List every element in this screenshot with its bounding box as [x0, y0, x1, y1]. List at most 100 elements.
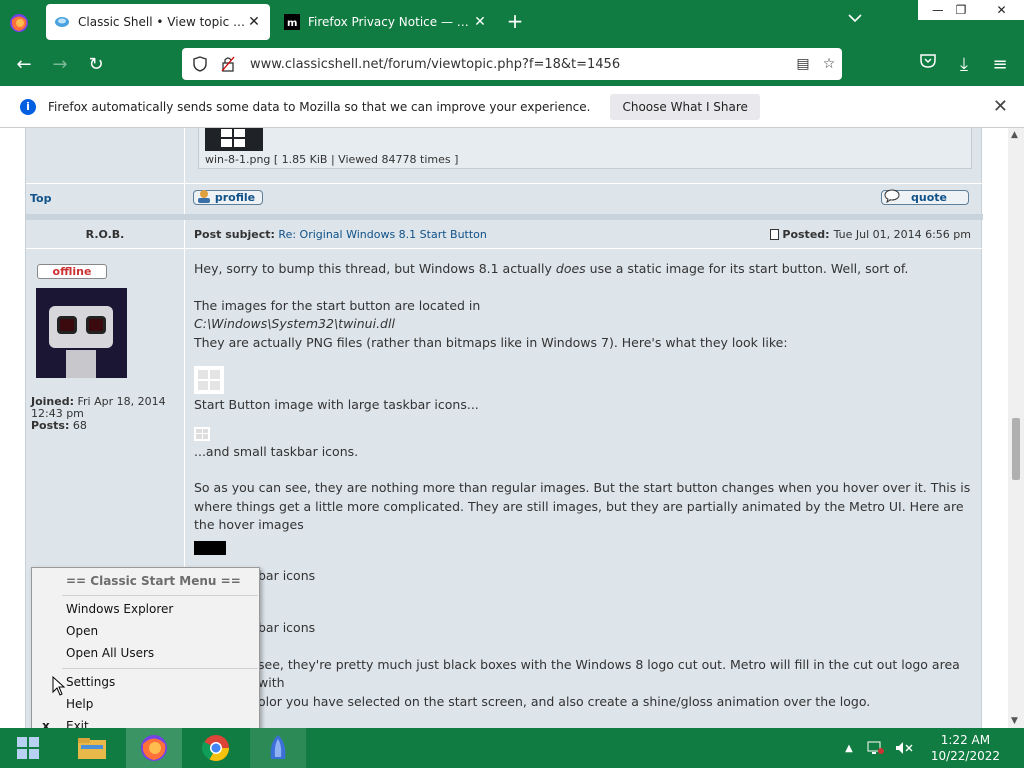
data-collection-notification-bar: i Firefox automatically sends some data …: [0, 86, 1024, 128]
post-paragraph: They are actually PNG files (rather than…: [194, 334, 788, 350]
post-author[interactable]: R.O.B.: [26, 228, 184, 241]
column-separator: [184, 183, 185, 214]
post-body: Hey, sorry to bump this thread, but Wind…: [194, 260, 974, 711]
start-button[interactable]: [0, 728, 56, 768]
taskbar: ▲ 1:22 AM 10/22/2022: [0, 728, 1024, 768]
windows-logo-icon: [196, 428, 208, 439]
clock-time: 1:22 AM: [940, 733, 991, 747]
attachment-caption: win-8-1.png [ 1.85 KiB | Viewed 84778 ti…: [205, 153, 459, 166]
system-clock[interactable]: 1:22 AM 10/22/2022: [931, 732, 1000, 764]
file-explorer-taskbar-button[interactable]: [64, 728, 120, 768]
info-icon: i: [20, 98, 36, 115]
reader-view-icon[interactable]: ▤: [790, 54, 816, 74]
post-paragraph: bar icons: [258, 620, 316, 635]
classic-shell-favicon-icon: [55, 17, 69, 27]
classic-shell-icon: [270, 735, 286, 759]
windows-logo-icon: [198, 370, 220, 390]
classic-start-menu-context-menu: == Classic Start Menu == Windows Explore…: [31, 567, 260, 738]
post-subject-link[interactable]: Re: Original Windows 8.1 Start Button: [278, 228, 486, 241]
mozilla-favicon-icon: m: [284, 14, 300, 30]
menu-item-help[interactable]: Help: [66, 697, 93, 711]
menu-separator: [62, 595, 258, 596]
windows-start-icon: [17, 737, 39, 759]
clock-date: 10/22/2022: [930, 749, 1000, 763]
speaker-muted-icon[interactable]: [895, 740, 913, 756]
posted-value: Tue Jul 01, 2014 6:56 pm: [833, 228, 971, 241]
menu-item-settings[interactable]: Settings: [66, 675, 115, 689]
profile-icon: [198, 190, 210, 203]
menu-item-open-all-users[interactable]: Open All Users: [66, 646, 154, 660]
scroll-down-arrow-icon[interactable]: ▼: [1011, 716, 1018, 726]
scroll-up-arrow-icon[interactable]: ▲: [1011, 130, 1018, 140]
chrome-taskbar-button[interactable]: [188, 728, 244, 768]
post-paragraph: bar icons: [258, 567, 316, 583]
author-meta: Joined: Fri Apr 18, 2014 12:43 pm Posts:…: [31, 396, 181, 432]
post-paragraph: Hey, sorry to bump this thread, but Wind…: [194, 261, 909, 276]
tab-firefox-privacy[interactable]: m Firefox Privacy Notice — Mozilla ✕: [276, 4, 496, 40]
small-start-button-image[interactable]: [194, 426, 210, 441]
large-start-button-image[interactable]: [194, 366, 224, 394]
firefox-icon: [141, 735, 167, 761]
reload-icon[interactable]: ↻: [84, 53, 108, 77]
forward-arrow-icon[interactable]: →: [48, 53, 72, 77]
chrome-icon: [202, 735, 230, 762]
tab-close-icon[interactable]: ✕: [472, 14, 488, 30]
tab-bar: Classic Shell • View topic - Original Wi…: [0, 0, 1024, 44]
tab-classic-shell[interactable]: Classic Shell • View topic - Original Wi…: [46, 4, 270, 40]
attachment-box: win-8-1.png [ 1.85 KiB | Viewed 84778 ti…: [198, 128, 972, 169]
close-window-button[interactable]: ✕: [979, 0, 1024, 20]
tracking-protection-shield-icon[interactable]: [190, 54, 210, 74]
post-paragraph: ...and small taskbar icons.: [194, 443, 359, 459]
post-paragraph: The images for the start button are loca…: [194, 297, 481, 313]
svg-text:m: m: [287, 18, 297, 29]
app-menu-hamburger-icon[interactable]: ≡: [988, 53, 1012, 77]
close-notification-icon[interactable]: ✕: [993, 96, 1008, 117]
choose-what-i-share-button[interactable]: Choose What I Share: [610, 93, 760, 120]
posts-label: Posts:: [31, 419, 70, 432]
url-text[interactable]: www.classicshell.net/forum/viewtopic.php…: [250, 57, 790, 72]
mouse-cursor-icon: [52, 676, 66, 696]
system-tray: ▲ 1:22 AM 10/22/2022: [845, 728, 1024, 768]
post-document-icon[interactable]: [770, 229, 780, 240]
restore-window-button[interactable]: ❐: [943, 0, 979, 20]
tab-close-icon[interactable]: ✕: [246, 14, 262, 30]
tab-title: Firefox Privacy Notice — Mozilla: [308, 15, 472, 29]
post-paragraph: Start Button image with large taskbar ic…: [194, 397, 479, 412]
context-menu-header: == Classic Start Menu ==: [66, 574, 241, 588]
scrollbar-thumb[interactable]: [1012, 418, 1020, 480]
post-paragraph: So as you can see, they are nothing more…: [194, 480, 971, 532]
row-separator: [26, 183, 983, 184]
menu-item-open[interactable]: Open: [66, 624, 98, 638]
post-subject-label: Post subject:: [194, 228, 275, 241]
classic-shell-taskbar-button[interactable]: [250, 728, 306, 768]
bookmark-star-icon[interactable]: ☆: [816, 54, 842, 74]
menu-separator: [62, 668, 258, 669]
profile-label: profile: [214, 191, 256, 204]
show-hidden-icons-chevron-up-icon[interactable]: ▲: [845, 743, 853, 754]
firefox-taskbar-button[interactable]: [126, 728, 182, 768]
downloads-icon[interactable]: ⤓: [952, 53, 976, 77]
pocket-icon[interactable]: [916, 53, 940, 77]
posted-label: Posted:: [782, 228, 830, 241]
hover-start-button-image[interactable]: [194, 540, 226, 555]
windows-logo-icon: [221, 129, 245, 147]
tab-title: Classic Shell • View topic - Original Wi…: [78, 15, 246, 29]
insecure-lock-icon[interactable]: [218, 54, 238, 74]
back-arrow-icon[interactable]: ←: [12, 53, 36, 77]
top-link[interactable]: Top: [30, 192, 51, 205]
page-scrollbar[interactable]: ▲ ▼: [1008, 128, 1024, 728]
attachment-thumbnail[interactable]: [205, 128, 263, 151]
new-tab-button[interactable]: +: [504, 10, 526, 32]
quote-bubble-icon: [884, 189, 900, 203]
avatar: [36, 288, 127, 378]
network-icon[interactable]: [867, 740, 885, 756]
menu-item-windows-explorer[interactable]: Windows Explorer: [66, 602, 173, 616]
row-separator: [26, 248, 983, 249]
quote-button[interactable]: quote: [881, 189, 969, 205]
post-paragraph: olor you have selected on the start scre…: [258, 693, 871, 709]
list-all-tabs-chevron-down-icon[interactable]: [848, 12, 862, 26]
folder-icon: [78, 738, 106, 759]
profile-button[interactable]: profile: [193, 190, 263, 205]
url-bar[interactable]: www.classicshell.net/forum/viewtopic.php…: [182, 48, 842, 80]
firefox-menu-icon[interactable]: [8, 12, 30, 34]
